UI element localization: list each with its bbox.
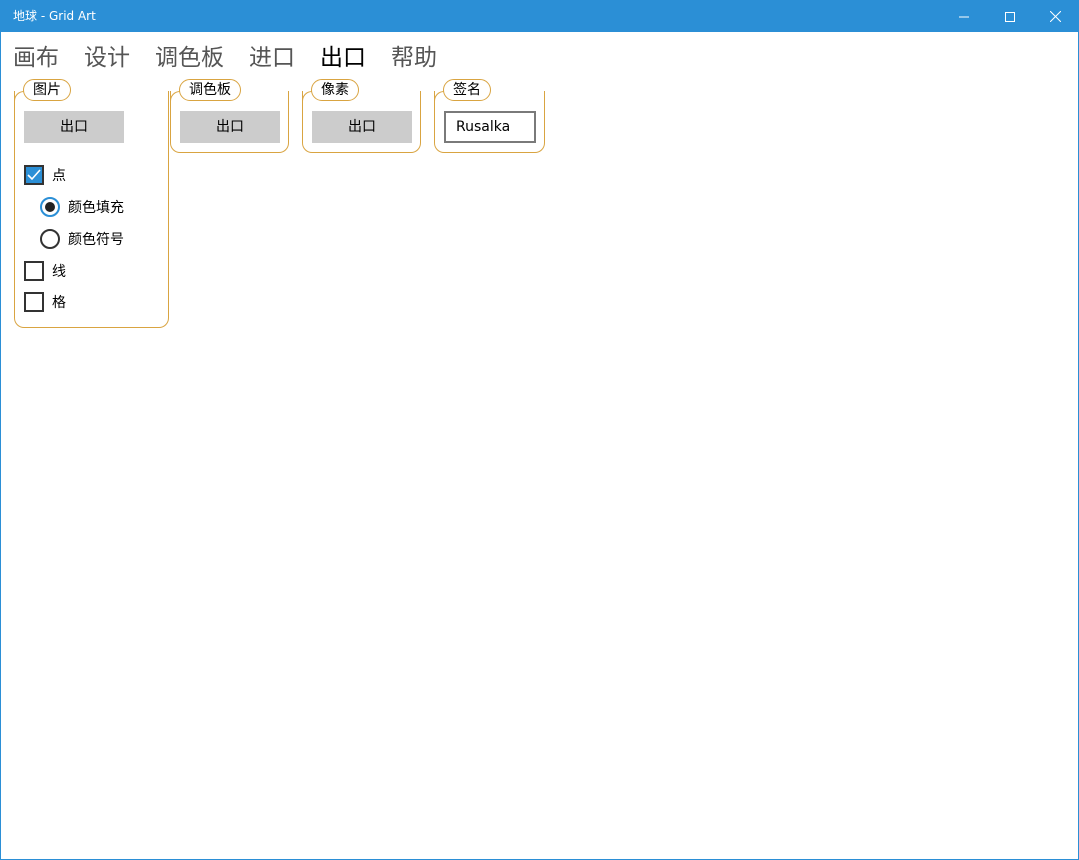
checkmark-icon xyxy=(27,169,41,181)
lines-checkbox[interactable] xyxy=(24,261,44,281)
pixels-group-legend: 像素 xyxy=(311,79,359,101)
menu-item-design[interactable]: 设计 xyxy=(84,43,130,75)
color-fill-label: 颜色填充 xyxy=(68,200,124,216)
color-symbol-label: 颜色符号 xyxy=(68,232,124,248)
close-icon xyxy=(1049,11,1061,22)
radio-dot xyxy=(45,202,55,212)
lines-label: 线 xyxy=(52,264,66,280)
color-symbol-radio-row[interactable]: 颜色符号 xyxy=(40,228,124,250)
title-bar[interactable]: 地球 - Grid Art xyxy=(1,1,1078,32)
close-button[interactable] xyxy=(1032,1,1078,32)
minimize-button[interactable] xyxy=(941,1,987,32)
grid-checkbox[interactable] xyxy=(24,292,44,312)
palette-group-legend: 调色板 xyxy=(179,79,241,101)
grid-label: 格 xyxy=(52,295,66,311)
signature-input[interactable]: Rusalka xyxy=(444,111,536,143)
grid-checkbox-row[interactable]: 格 xyxy=(24,291,66,313)
minimize-icon xyxy=(959,16,969,17)
main-menu: 画布 设计 调色板 进口 出口 帮助 xyxy=(13,43,462,75)
color-fill-radio-row[interactable]: 颜色填充 xyxy=(40,196,124,218)
window-title: 地球 - Grid Art xyxy=(13,9,96,23)
color-symbol-radio[interactable] xyxy=(40,229,60,249)
color-fill-radio[interactable] xyxy=(40,197,60,217)
export-pixels-button[interactable]: 出口 xyxy=(312,111,412,143)
picture-group: 图片 出口 点 颜色填充 颜色符号 线 格 xyxy=(14,79,169,328)
export-picture-button[interactable]: 出口 xyxy=(24,111,124,143)
export-palette-button[interactable]: 出口 xyxy=(180,111,280,143)
lines-checkbox-row[interactable]: 线 xyxy=(24,260,66,282)
menu-item-import[interactable]: 进口 xyxy=(249,43,295,75)
app-window: 地球 - Grid Art 画布 设计 调色板 进口 出口 帮助 图片 出口 点 xyxy=(0,0,1079,860)
dots-checkbox-row[interactable]: 点 xyxy=(24,164,66,186)
picture-group-legend: 图片 xyxy=(23,79,71,101)
menu-item-help[interactable]: 帮助 xyxy=(391,43,437,75)
menu-item-canvas[interactable]: 画布 xyxy=(13,43,59,75)
maximize-icon xyxy=(1005,11,1015,22)
signature-group: 签名 Rusalka xyxy=(434,79,545,153)
dots-checkbox[interactable] xyxy=(24,165,44,185)
menu-item-export[interactable]: 出口 xyxy=(320,43,366,75)
pixels-group: 像素 出口 xyxy=(302,79,421,153)
signature-group-legend: 签名 xyxy=(443,79,491,101)
maximize-button[interactable] xyxy=(987,1,1033,32)
menu-item-palette[interactable]: 调色板 xyxy=(155,43,224,75)
dots-label: 点 xyxy=(52,168,66,184)
palette-group: 调色板 出口 xyxy=(170,79,289,153)
